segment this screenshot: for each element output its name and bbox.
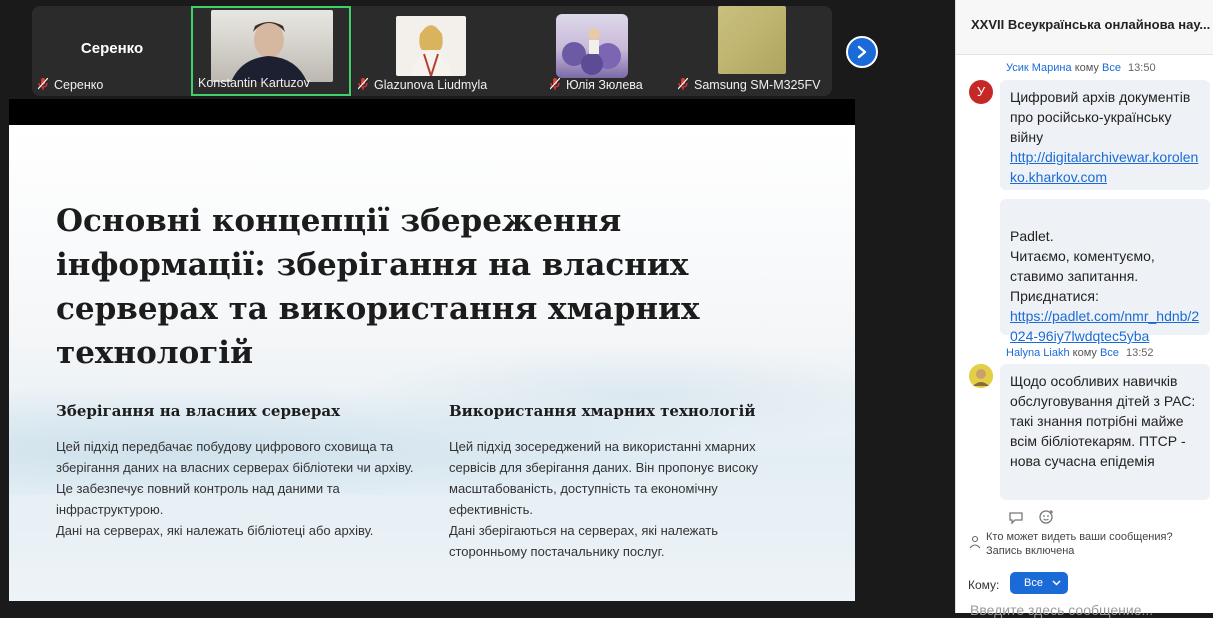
avatar-photo-icon [969, 364, 993, 388]
muted-mic-icon [549, 78, 561, 90]
message-bubble[interactable]: Padlet. Читаємо, коментуємо, ставимо зап… [1000, 199, 1210, 344]
message-meta: Halyna Liakh кому Все 13:52 [1006, 347, 1154, 359]
message-text: Щодо особливих навичків обслуговування д… [1010, 373, 1196, 469]
slide-left-heading: Зберігання на власних серверах [56, 402, 341, 420]
participants-strip: Серенко Серенко Konstantin Kartuzov Glaz… [32, 6, 832, 96]
slide-right-heading: Використання хмарних технологій [449, 402, 756, 420]
avatar-letter: У [976, 84, 986, 99]
presentation-slide: Основні концепції збереження інформації:… [9, 125, 855, 601]
recipient-select[interactable]: Все [1010, 572, 1068, 594]
slide-title: Основні концепції збереження інформації:… [56, 203, 700, 371]
message-meta: Усик Марина кому Все 13:50 [1006, 62, 1156, 74]
participant-tile[interactable]: Samsung SM-M325FV [672, 6, 832, 96]
muted-mic-icon [677, 78, 689, 90]
message-to-word: кому [1072, 347, 1097, 359]
participant-initial-name: Серенко [80, 40, 144, 57]
shared-screen: Основні концепції збереження інформації:… [9, 99, 855, 601]
participant-name: Серенко [54, 78, 104, 92]
to-label: Кому: [968, 578, 1000, 592]
add-reaction-icon[interactable] [1038, 509, 1054, 530]
participant-name-row: Samsung SM-M325FV [672, 78, 832, 92]
participant-name-row: Серенко [32, 78, 192, 92]
message-recipient: Все [1099, 347, 1119, 359]
meeting-view: Серенко Серенко Konstantin Kartuzov Glaz… [0, 0, 955, 613]
participant-name: Юлія Зюлева [566, 78, 643, 92]
slide-left-text: Цей підхід передбачає побудову цифрового… [56, 439, 414, 538]
chevron-down-icon [1052, 573, 1061, 595]
participant-tile-active[interactable]: Konstantin Kartuzov [191, 6, 351, 96]
muted-mic-icon [357, 78, 369, 90]
participant-video [556, 14, 628, 78]
message-recipient: Все [1102, 62, 1121, 74]
participant-tile[interactable]: Юлія Зюлева [512, 6, 672, 96]
reply-icon[interactable] [1008, 511, 1024, 530]
message-sender[interactable]: Усик Марина [1006, 62, 1072, 74]
recipient-value: Все [1024, 577, 1043, 589]
chevron-right-icon [857, 45, 867, 59]
participant-name: Glazunova Liudmyla [374, 78, 488, 92]
muted-mic-icon [37, 78, 49, 90]
message-bubble[interactable]: Щодо особливих навичків обслуговування д… [1000, 364, 1210, 500]
message-text: Padlet. Читаємо, коментуємо, ставимо зап… [1010, 228, 1155, 304]
participant-video [396, 16, 466, 80]
chat-composer: Кому: Все Введите здесь сообщение... [956, 566, 1213, 618]
avatar[interactable] [969, 364, 993, 388]
message-link[interactable]: https://padlet.com/nmr_hdnb/2024-96iy7lw… [1010, 308, 1199, 344]
message-time: 13:52 [1126, 347, 1154, 359]
participant-name: Samsung SM-M325FV [694, 78, 821, 92]
message-to-word: кому [1074, 62, 1099, 74]
avatar[interactable]: У [969, 80, 993, 104]
participant-video [718, 6, 786, 74]
message-link[interactable]: http://digitalarchivewar.korolenko.khark… [1010, 149, 1198, 185]
participant-tile[interactable]: Серенко Серенко [32, 6, 192, 96]
participant-name: Konstantin Kartuzov [198, 76, 310, 90]
participant-name-row: Glazunova Liudmyla [352, 78, 512, 92]
people-icon [968, 535, 982, 554]
message-sender[interactable]: Halyna Liakh [1006, 347, 1070, 359]
participant-tile[interactable]: Glazunova Liudmyla [352, 6, 512, 96]
chat-title: XXVII Всеукраїнська онлайнова нау... [971, 17, 1211, 32]
participant-video [211, 10, 333, 82]
chat-messages: Усик Марина кому Все 13:50 У Цифровий ар… [956, 54, 1213, 534]
message-bubble[interactable]: Цифровий архів документів про російсько-… [1000, 80, 1210, 190]
participant-name-row: Konstantin Kartuzov [193, 76, 349, 90]
participant-name-row: Юлія Зюлева [512, 78, 672, 92]
message-time: 13:50 [1128, 62, 1156, 74]
chat-panel: XXVII Всеукраїнська онлайнова нау... Уси… [955, 0, 1213, 618]
message-input[interactable]: Введите здесь сообщение... [970, 602, 1153, 618]
next-page-button[interactable] [846, 36, 878, 68]
chat-visibility-info[interactable]: Кто может видеть ваши сообщения? Запись … [986, 530, 1211, 558]
slide-right-text: Цей підхід зосереджений на використанні … [449, 439, 759, 559]
message-actions [1008, 509, 1054, 530]
chat-header: XXVII Всеукраїнська онлайнова нау... [956, 0, 1213, 55]
message-text: Цифровий архів документів про російсько-… [1010, 89, 1191, 145]
